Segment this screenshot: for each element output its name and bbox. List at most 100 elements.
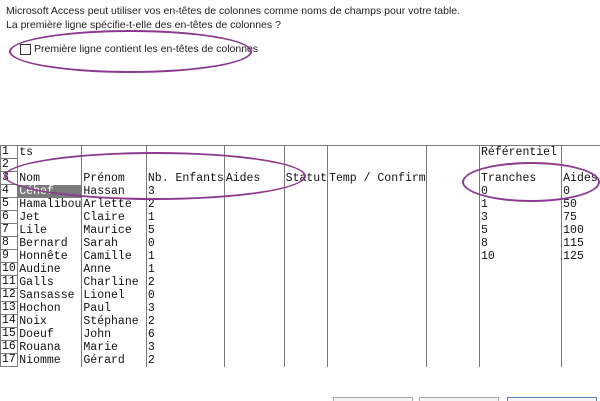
table-cell: Gérard — [82, 354, 147, 367]
table-cell: 100 — [562, 224, 600, 237]
first-row-headers-checkbox-row[interactable]: Première ligne contient les en-têtes de … — [20, 43, 258, 55]
table-row[interactable]: 12SansasseLionel0 — [1, 289, 600, 302]
table-cell — [328, 302, 427, 315]
table-cell — [328, 250, 427, 263]
table-row[interactable]: 4CéhefHassan300 — [1, 185, 600, 198]
table-cell — [284, 354, 327, 367]
table-cell: 75 — [562, 211, 600, 224]
table-cell: 8 — [480, 237, 562, 250]
table-row[interactable]: 11GallsCharline2 — [1, 276, 600, 289]
table-cell — [224, 224, 284, 237]
data-preview-grid[interactable]: 1tsRéférentiel23NomPrénomNb. EnfantsAide… — [0, 145, 600, 376]
row-number: 2 — [1, 159, 18, 172]
table-row[interactable]: 17NiommeGérard2 — [1, 354, 600, 367]
table-cell — [426, 302, 479, 315]
row-number: 7 — [1, 224, 18, 237]
table-cell — [328, 146, 427, 159]
table-cell — [480, 302, 562, 315]
table-cell — [480, 315, 562, 328]
table-cell — [328, 276, 427, 289]
table-cell — [224, 341, 284, 354]
table-cell: ts — [18, 146, 82, 159]
table-cell — [328, 198, 427, 211]
table-cell: 10 — [480, 250, 562, 263]
row-number: 14 — [1, 315, 18, 328]
row-number: 3 — [1, 172, 18, 185]
table-cell — [328, 328, 427, 341]
table-cell — [284, 250, 327, 263]
table-cell: Audine — [18, 263, 82, 276]
table-row[interactable]: 1tsRéférentiel — [1, 146, 600, 159]
table-row[interactable]: 14NoixStéphane2 — [1, 315, 600, 328]
row-number: 9 — [1, 250, 18, 263]
table-cell: Honnête — [18, 250, 82, 263]
row-number: 16 — [1, 341, 18, 354]
first-row-headers-checkbox[interactable] — [20, 44, 31, 55]
table-cell: Aides — [562, 172, 600, 185]
table-cell — [224, 315, 284, 328]
row-number: 17 — [1, 354, 18, 367]
table-cell — [328, 354, 427, 367]
table-cell — [426, 237, 479, 250]
table-cell: Lionel — [82, 289, 147, 302]
table-cell — [562, 263, 600, 276]
table-cell: 2 — [146, 354, 224, 367]
table-cell: Temp / Confirm — [328, 172, 427, 185]
table-row[interactable]: 13HochonPaul3 — [1, 302, 600, 315]
table-cell: Jet — [18, 211, 82, 224]
wizard-button-stub-3[interactable] — [507, 397, 597, 401]
table-cell — [224, 302, 284, 315]
table-cell: Stéphane — [82, 315, 147, 328]
table-cell — [328, 315, 427, 328]
table-cell — [426, 172, 479, 185]
table-cell — [328, 159, 427, 172]
table-cell: 3 — [146, 341, 224, 354]
table-row[interactable]: 3NomPrénomNb. EnfantsAidesStatutTemp / C… — [1, 172, 600, 185]
table-cell — [284, 302, 327, 315]
table-cell — [562, 302, 600, 315]
table-row[interactable]: 2 — [1, 159, 600, 172]
table-cell — [426, 315, 479, 328]
row-number: 6 — [1, 211, 18, 224]
table-cell — [224, 263, 284, 276]
table-row[interactable]: 7LileMaurice55100 — [1, 224, 600, 237]
table-row[interactable]: 15DoeufJohn6 — [1, 328, 600, 341]
table-cell — [18, 159, 82, 172]
table-row[interactable]: 6JetClaire1375 — [1, 211, 600, 224]
table-cell — [562, 289, 600, 302]
table-cell — [426, 354, 479, 367]
wizard-button-stub-2[interactable] — [419, 397, 499, 401]
table-cell: 1 — [146, 211, 224, 224]
table-cell — [328, 289, 427, 302]
table-cell — [224, 159, 284, 172]
table-cell — [562, 276, 600, 289]
table-cell — [480, 328, 562, 341]
table-cell: Hamalibou — [18, 198, 82, 211]
table-cell — [284, 185, 327, 198]
table-cell — [328, 341, 427, 354]
table-cell: Rouana — [18, 341, 82, 354]
table-cell: 0 — [146, 237, 224, 250]
table-row[interactable]: 5HamalibouArlette2150 — [1, 198, 600, 211]
intro-line-1: Microsoft Access peut utiliser vos en-tê… — [6, 4, 586, 18]
table-cell: Référentiel — [480, 146, 562, 159]
row-number: 4 — [1, 185, 18, 198]
row-number: 8 — [1, 237, 18, 250]
table-cell: Sansasse — [18, 289, 82, 302]
wizard-button-stub-1[interactable] — [333, 397, 413, 401]
table-cell: 5 — [146, 224, 224, 237]
table-cell — [328, 224, 427, 237]
table-row[interactable]: 9HonnêteCamille110125 — [1, 250, 600, 263]
table-cell: John — [82, 328, 147, 341]
table-cell — [224, 146, 284, 159]
table-row[interactable]: 10AudineAnne1 — [1, 263, 600, 276]
table-cell — [224, 198, 284, 211]
table-cell: Niomme — [18, 354, 82, 367]
table-cell: Prénom — [82, 172, 147, 185]
table-cell: 0 — [562, 185, 600, 198]
table-row[interactable]: 8BernardSarah08115 — [1, 237, 600, 250]
table-row[interactable]: 16RouanaMarie3 — [1, 341, 600, 354]
table-cell: 1 — [146, 263, 224, 276]
table-cell: Hochon — [18, 302, 82, 315]
table-cell — [562, 159, 600, 172]
